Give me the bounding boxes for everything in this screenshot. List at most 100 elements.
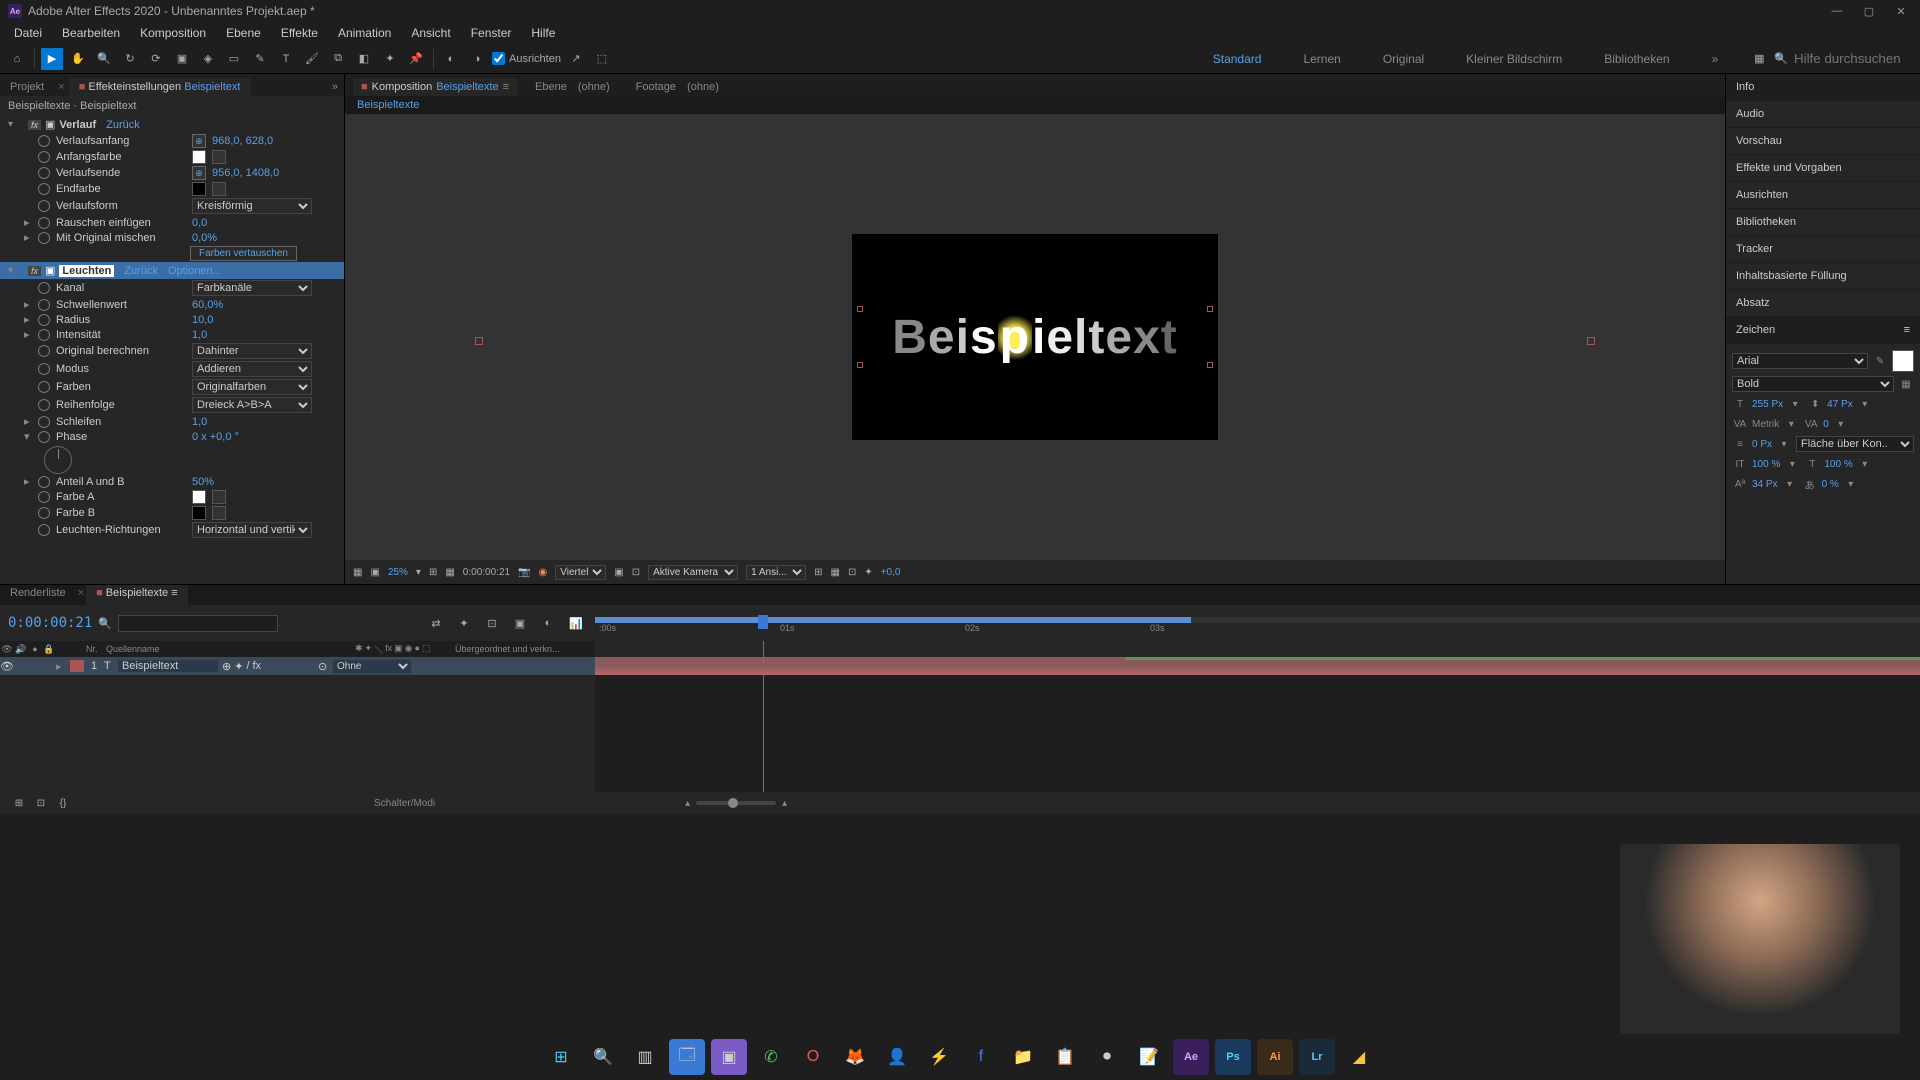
collapse-icon[interactable]: ▾ [8, 265, 24, 276]
tab-project[interactable]: Projekt [0, 78, 54, 96]
tl-frame-icon[interactable]: ▣ [509, 612, 531, 634]
align-checkbox[interactable]: Ausrichten [492, 52, 561, 65]
close-button[interactable]: ✕ [1894, 4, 1908, 18]
grid-icon[interactable]: ▦ [445, 567, 454, 578]
workspace-lernen[interactable]: Lernen [1297, 50, 1346, 68]
shape-select[interactable]: Kreisförmig [192, 198, 312, 214]
obs-icon[interactable]: ⏺ [1089, 1039, 1125, 1075]
corner-handle[interactable] [1207, 362, 1213, 368]
home-icon[interactable]: ⌂ [6, 48, 28, 70]
workspace-more-icon[interactable]: » [1706, 50, 1725, 68]
effect-leuchten-header[interactable]: ▾ fx ▣ Leuchten Zurück Optionen... [0, 262, 344, 279]
options-link[interactable]: Optionen... [168, 265, 222, 277]
corner-handle[interactable] [857, 362, 863, 368]
folder-icon[interactable]: 📁 [1005, 1039, 1041, 1075]
font-style-select[interactable]: Bold [1732, 376, 1894, 392]
start-icon[interactable]: ⊞ [543, 1039, 579, 1075]
fill-over-select[interactable]: Fläche über Kon.. [1796, 436, 1914, 452]
direction-select[interactable]: Horizontal und vertikal [192, 522, 312, 538]
camera-tool[interactable]: ▣ [171, 48, 193, 70]
effect-box-icon[interactable]: ▣ [45, 264, 55, 277]
panel-absatz[interactable]: Absatz [1726, 290, 1920, 317]
menu-bearbeiten[interactable]: Bearbeiten [52, 26, 130, 40]
panel-more-icon[interactable]: » [326, 78, 344, 96]
timeline-tracks[interactable] [595, 641, 1920, 792]
collapse-icon[interactable]: ▾ [8, 119, 24, 130]
selection-tool[interactable]: ▶ [41, 48, 63, 70]
panel-zeichen-header[interactable]: Zeichen ≡ [1726, 317, 1920, 344]
illustrator-icon[interactable]: Ai [1257, 1039, 1293, 1075]
stopwatch-icon[interactable] [38, 135, 50, 147]
explorer-icon[interactable]: 🗔 [669, 1039, 705, 1075]
fx-toggle-icon[interactable]: fx [28, 120, 41, 130]
resolution-icon[interactable]: ⊞ [429, 567, 437, 578]
switch-icon[interactable]: ⊕ [222, 660, 231, 673]
taskview-icon[interactable]: ▥ [627, 1039, 663, 1075]
zoom-in-icon[interactable]: ▴ [782, 798, 787, 809]
stopwatch-icon[interactable] [38, 507, 50, 519]
eyedropper-icon[interactable] [212, 182, 226, 196]
app-icon[interactable]: 📋 [1047, 1039, 1083, 1075]
playhead-line[interactable] [763, 641, 764, 792]
menu-ansicht[interactable]: Ansicht [401, 26, 460, 40]
menu-fenster[interactable]: Fenster [461, 26, 522, 40]
color-swatch[interactable] [192, 506, 206, 520]
tl-graph-icon[interactable]: 📊 [565, 612, 587, 634]
stopwatch-icon[interactable] [38, 299, 50, 311]
panel-inhaltsbasierte[interactable]: Inhaltsbasierte Füllung [1726, 263, 1920, 290]
tab-renderliste[interactable]: Renderliste [0, 585, 76, 605]
eyedropper-icon[interactable] [212, 490, 226, 504]
tab-effect-controls[interactable]: ■ Effekteinstellungen Beispieltext [69, 78, 251, 96]
corner-handle[interactable] [1207, 306, 1213, 312]
colors-select[interactable]: Originalfarben [192, 379, 312, 395]
workspace-standard[interactable]: Standard [1207, 50, 1268, 68]
prop-value[interactable]: 10,0 [192, 314, 213, 326]
baseline-value[interactable]: 34 Px [1752, 479, 1778, 490]
roto-tool[interactable]: ✦ [379, 48, 401, 70]
rotate-tool[interactable]: ⟳ [145, 48, 167, 70]
stroke-swatch-icon[interactable]: ▦ [1898, 376, 1914, 392]
stamp-tool[interactable]: ⧉ [327, 48, 349, 70]
app-icon[interactable]: ◢ [1341, 1039, 1377, 1075]
zoom-dropdown[interactable]: 25% [388, 567, 408, 578]
zoom-out-icon[interactable]: ▴ [685, 798, 690, 809]
stopwatch-icon[interactable] [38, 151, 50, 163]
font-size-value[interactable]: 255 Px [1752, 399, 1783, 410]
stopwatch-icon[interactable] [38, 345, 50, 357]
canvas-text[interactable]: Beispieltext [892, 310, 1178, 365]
toggle-icon[interactable]: ⊞ [8, 792, 30, 814]
composition-canvas[interactable]: Beispieltext [852, 234, 1218, 440]
fx-icon[interactable]: ✦ [864, 567, 872, 578]
facebook-icon[interactable]: f [963, 1039, 999, 1075]
stopwatch-icon[interactable] [38, 183, 50, 195]
tl-blur-icon[interactable]: ◐ [537, 612, 559, 634]
region-icon[interactable]: ▣ [614, 567, 623, 578]
snapping-icon[interactable]: ⬚ [591, 48, 613, 70]
fx-toggle-icon[interactable]: fx [28, 266, 41, 276]
layer-handle[interactable] [475, 337, 483, 345]
help-search-input[interactable] [1794, 51, 1914, 66]
channel-icon[interactable]: ▣ [370, 567, 379, 578]
mode-select[interactable]: Addieren [192, 361, 312, 377]
time-ruler[interactable]: :00s 01s 02s 03s [595, 605, 1920, 641]
snap-icon[interactable]: ↗ [565, 48, 587, 70]
reset-link[interactable]: Zurück [124, 265, 158, 277]
color-swatch[interactable] [192, 490, 206, 504]
composite-select[interactable]: Dahinter [192, 343, 312, 359]
crosshair-icon[interactable]: ⊕ [192, 166, 206, 180]
workspace-bibliotheken[interactable]: Bibliotheken [1598, 50, 1675, 68]
prop-value[interactable]: 0,0 [192, 217, 207, 229]
current-timecode[interactable]: 0:00:00:21 [8, 615, 92, 631]
camera-select[interactable]: Aktive Kamera [648, 565, 738, 580]
stopwatch-icon[interactable] [38, 314, 50, 326]
stopwatch-icon[interactable] [38, 416, 50, 428]
tsume-value[interactable]: 0 % [1822, 479, 1839, 490]
parent-select[interactable]: Ohne [332, 659, 412, 674]
panel-audio[interactable]: Audio [1726, 101, 1920, 128]
firefox-icon[interactable]: 🦊 [837, 1039, 873, 1075]
stopwatch-icon[interactable] [38, 476, 50, 488]
prop-value[interactable]: 0 x +0,0 ° [192, 431, 239, 443]
prop-value[interactable]: 1,0 [192, 416, 207, 428]
fill-icon[interactable]: ◐ [440, 48, 462, 70]
prop-value[interactable]: 956,0, 1408,0 [212, 167, 279, 179]
